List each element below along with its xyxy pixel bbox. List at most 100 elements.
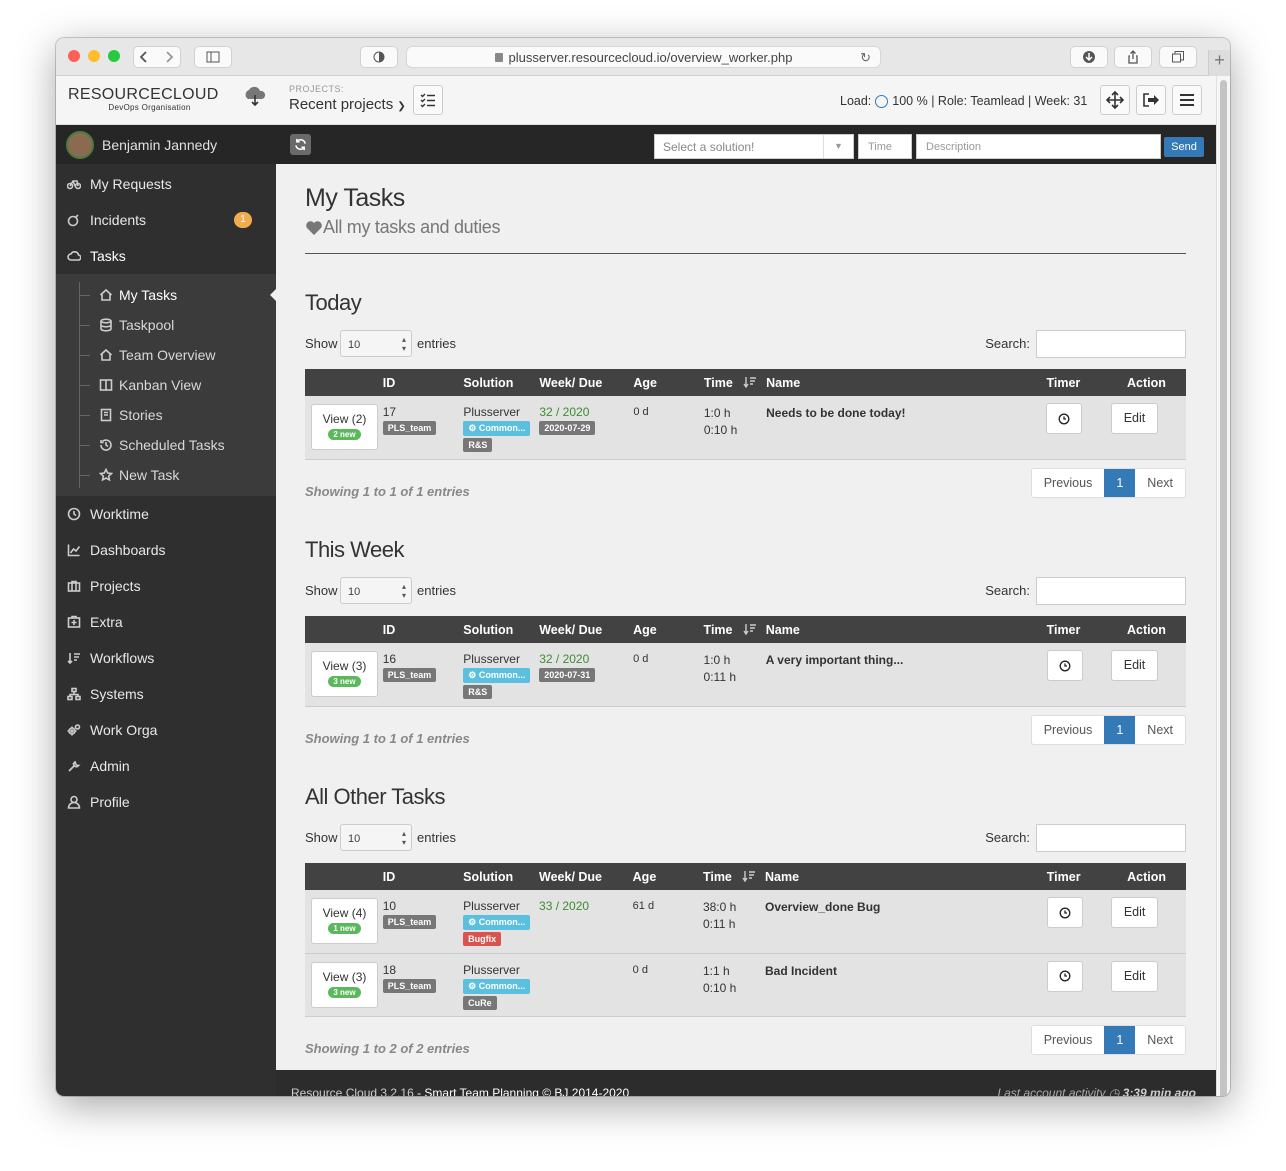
task-name[interactable]: Needs to be done today! <box>766 396 1047 460</box>
timer-button[interactable] <box>1046 403 1083 434</box>
menu-button[interactable] <box>1172 85 1202 115</box>
column-header[interactable]: ID <box>382 369 464 396</box>
new-tab-button[interactable]: + <box>1208 50 1230 76</box>
column-header[interactable]: ID <box>382 616 464 643</box>
time-input[interactable]: Time <box>858 134 912 159</box>
column-header[interactable]: Timer <box>1046 616 1112 643</box>
next-page-button[interactable]: Next <box>1135 1025 1185 1054</box>
column-header[interactable]: Timer <box>1046 369 1111 396</box>
page-size-select[interactable]: 10 <box>340 577 412 604</box>
column-header[interactable]: Week/ Due <box>539 863 633 890</box>
sidebar-item-incidents[interactable]: Incidents 1 <box>56 202 276 238</box>
user-profile[interactable]: Benjamin Jannedy <box>56 125 276 164</box>
sidebar-subitem-taskpool[interactable]: Taskpool <box>56 310 276 340</box>
close-window-button[interactable] <box>68 50 80 62</box>
view-button[interactable]: View (4) 1 new <box>311 898 378 944</box>
avatar[interactable] <box>66 130 94 159</box>
page-1-button[interactable]: 1 <box>1104 468 1136 497</box>
sidebar-item-worktime[interactable]: Worktime <box>56 496 276 532</box>
search-input[interactable] <box>1036 577 1186 605</box>
timer-button[interactable] <box>1046 897 1083 928</box>
edit-button[interactable]: Edit <box>1111 960 1159 992</box>
previous-page-button[interactable]: Previous <box>1031 715 1105 744</box>
privacy-shield-button[interactable] <box>360 46 398 68</box>
app-logo[interactable]: RESOURCECLOUD DevOps Organisation <box>68 86 219 112</box>
reload-icon[interactable]: ↻ <box>860 50 871 66</box>
sidebar-subitem-kanban-view[interactable]: Kanban View <box>56 370 276 400</box>
task-list-button[interactable] <box>413 85 443 115</box>
sort-desc-icon[interactable] <box>743 376 757 388</box>
view-button[interactable]: View (2) 2 new <box>311 404 378 450</box>
column-header[interactable]: Time <box>703 616 766 643</box>
column-header[interactable]: Solution <box>463 369 540 396</box>
timer-button[interactable] <box>1046 650 1083 681</box>
sidebar-item-extra[interactable]: Extra <box>56 604 276 640</box>
column-header[interactable]: Solution <box>463 863 540 890</box>
sidebar-item-projects[interactable]: Projects <box>56 568 276 604</box>
page-1-button[interactable]: 1 <box>1104 715 1136 744</box>
sidebar-subitem-new-task[interactable]: New Task <box>56 460 276 490</box>
next-page-button[interactable]: Next <box>1135 715 1185 744</box>
column-header[interactable]: Solution <box>463 616 540 643</box>
share-button[interactable] <box>1114 46 1152 68</box>
projects-value[interactable]: Recent projects ❯ <box>289 96 406 113</box>
scrollbar[interactable] <box>1216 76 1230 1096</box>
move-button[interactable] <box>1100 85 1130 115</box>
zoom-window-button[interactable] <box>108 50 120 62</box>
task-name[interactable]: Overview_done Bug <box>765 890 1047 954</box>
task-name[interactable]: A very important thing... <box>765 643 1047 707</box>
sidebar-subitem-stories[interactable]: Stories <box>56 400 276 430</box>
column-header[interactable]: Name <box>765 863 1047 890</box>
page-1-button[interactable]: 1 <box>1104 1025 1136 1054</box>
previous-page-button[interactable]: Previous <box>1031 468 1105 497</box>
chevron-left-icon[interactable] <box>138 50 152 64</box>
address-bar[interactable]: plusserver.resourcecloud.io/overview_wor… <box>406 46 881 68</box>
column-header[interactable]: Week/ Due <box>539 616 634 643</box>
column-header[interactable]: ID <box>382 863 464 890</box>
minimize-window-button[interactable] <box>88 50 100 62</box>
column-header[interactable]: Action <box>1111 863 1186 890</box>
edit-button[interactable]: Edit <box>1110 403 1158 434</box>
column-header[interactable]: Age <box>632 863 703 890</box>
send-button[interactable]: Send <box>1164 137 1204 157</box>
refresh-button[interactable] <box>290 134 311 155</box>
description-input[interactable]: Description <box>916 134 1161 159</box>
tabs-overview-button[interactable] <box>1159 46 1197 68</box>
column-header[interactable]: Name <box>766 369 1047 396</box>
sidebar-item-tasks[interactable]: Tasks <box>56 238 276 274</box>
downloads-button[interactable] <box>1070 46 1108 68</box>
column-header[interactable]: Week/ Due <box>539 369 634 396</box>
sort-desc-icon[interactable] <box>742 623 757 635</box>
page-size-select[interactable]: 10 <box>340 824 412 851</box>
task-name[interactable]: Bad Incident <box>765 953 1047 1017</box>
sidebar-subitem-team-overview[interactable]: Team Overview <box>56 340 276 370</box>
next-page-button[interactable]: Next <box>1135 468 1185 497</box>
column-header[interactable]: Timer <box>1046 863 1112 890</box>
sidebar-subitem-scheduled-tasks[interactable]: Scheduled Tasks <box>56 430 276 460</box>
page-size-select[interactable]: 10 <box>340 330 412 357</box>
sidebar-toggle-button[interactable] <box>194 46 232 68</box>
scrollbar-thumb[interactable] <box>1220 80 1227 1096</box>
back-forward-buttons[interactable] <box>133 46 181 68</box>
view-button[interactable]: View (3) 3 new <box>311 651 378 697</box>
sidebar-item-work-orga[interactable]: Work Orga <box>56 712 276 748</box>
search-input[interactable] <box>1036 330 1186 358</box>
sidebar-subitem-my-tasks[interactable]: My Tasks <box>56 280 276 310</box>
chevron-right-icon[interactable] <box>162 50 176 64</box>
column-header[interactable]: Action <box>1110 369 1186 396</box>
view-button[interactable]: View (3) 3 new <box>311 961 378 1008</box>
projects-selector[interactable]: PROJECTS: Recent projects ❯ <box>289 84 406 113</box>
column-header[interactable]: Name <box>765 616 1047 643</box>
edit-button[interactable]: Edit <box>1111 897 1159 928</box>
solution-select[interactable]: Select a solution! ▼ <box>654 134 854 159</box>
logout-button[interactable] <box>1136 85 1166 115</box>
previous-page-button[interactable]: Previous <box>1031 1025 1105 1054</box>
column-header[interactable]: Time <box>702 863 765 890</box>
column-header[interactable]: Age <box>633 616 704 643</box>
chevron-down-icon[interactable]: ▼ <box>823 135 853 158</box>
sidebar-item-profile[interactable]: Profile <box>56 784 276 820</box>
sort-desc-icon[interactable] <box>742 870 756 882</box>
timer-button[interactable] <box>1046 960 1083 992</box>
edit-button[interactable]: Edit <box>1111 650 1159 681</box>
column-header[interactable]: Age <box>633 369 704 396</box>
